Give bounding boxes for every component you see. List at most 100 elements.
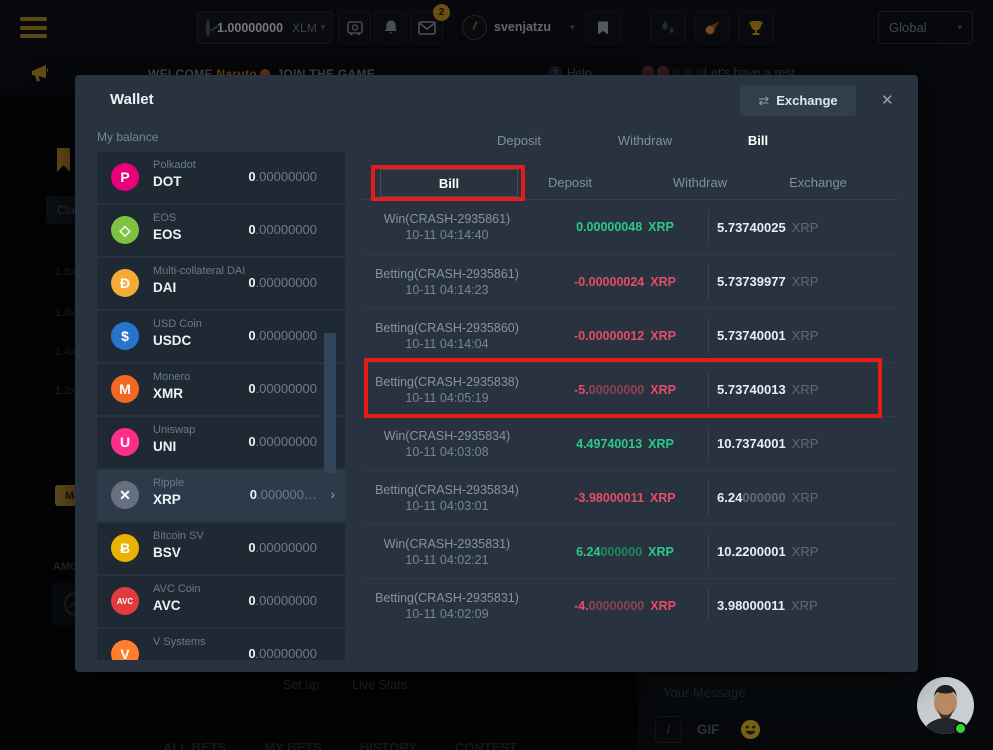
swap-arrows-icon: ⇄ (758, 93, 769, 109)
coin-balance: 0.00000000 (248, 540, 317, 555)
transaction-label: Win(CRASH-2935834) (384, 429, 510, 443)
bill-table-row[interactable]: Betting(CRASH-2935860) 10-11 04:14:04 -0… (362, 308, 898, 362)
balance-cell: 10.2200001XRP (717, 525, 895, 578)
coin-name: AVC Coin (153, 583, 200, 595)
coin-symbol: UNI (153, 439, 176, 454)
coin-icon: AVC (111, 587, 139, 615)
coin-list-scrollbar[interactable] (324, 333, 336, 473)
column-header-withdraw[interactable]: Withdraw (673, 175, 727, 190)
coin-list-item[interactable]: V V Systems 0.00000000 (97, 629, 345, 660)
my-balance-label: My balance (97, 130, 158, 144)
coin-balance: 0.00000000 (248, 646, 317, 660)
modal-title: Wallet (110, 91, 154, 108)
coin-name: Polkadot (153, 159, 196, 171)
bill-rows: Win(CRASH-2935861) 10-11 04:14:40 0.0000… (362, 200, 898, 620)
transaction-label: Betting(CRASH-2935831) (375, 591, 519, 605)
bill-table-row[interactable]: Win(CRASH-2935831) 10-11 04:02:21 6.2400… (362, 524, 898, 578)
column-header-deposit[interactable]: Deposit (548, 175, 592, 190)
coin-symbol: XMR (153, 386, 183, 401)
coin-list-item[interactable]: AVC AVC Coin AVC 0.00000000 (97, 576, 345, 627)
transaction-time: 10-11 04:14:23 (405, 283, 488, 297)
amount-cell: 4.49740013XRP (540, 417, 710, 470)
amount-cell: 6.24000000XRP (540, 525, 710, 578)
coin-balance: 0.00000000 (248, 328, 317, 343)
tab-deposit[interactable]: Deposit (497, 133, 541, 148)
amount-cell: 0.00000048XRP (540, 200, 710, 254)
tab-bill[interactable]: Bill (748, 133, 768, 148)
balance-cell: 10.7374001XRP (717, 417, 895, 470)
column-header-bill[interactable]: Bill (380, 169, 518, 197)
coin-balance: 0.00000000 (248, 222, 317, 237)
coin-symbol: USDC (153, 333, 191, 348)
close-icon[interactable]: ✕ (881, 91, 894, 109)
coin-balance: 0.000000… (250, 487, 317, 502)
transaction-cell: Win(CRASH-2935834) 10-11 04:03:08 (362, 417, 532, 470)
wallet-modal: Wallet ⇄ Exchange ✕ My balance Deposit W… (75, 75, 918, 672)
coin-icon: Ƀ (111, 534, 139, 562)
transaction-time: 10-11 04:03:01 (405, 499, 488, 513)
transaction-time: 10-11 04:03:08 (405, 445, 488, 459)
balance-cell: 5.73740001XRP (717, 309, 895, 362)
coin-balance: 0.00000000 (248, 169, 317, 184)
coin-symbol: EOS (153, 227, 182, 242)
transaction-cell: Win(CRASH-2935831) 10-11 04:02:21 (362, 525, 532, 578)
transaction-cell: Win(CRASH-2935861) 10-11 04:14:40 (362, 200, 532, 254)
balance-cell: 3.98000011XRP (717, 579, 895, 620)
online-status-dot (954, 722, 967, 735)
coin-list-item[interactable]: M Monero XMR 0.00000000 (97, 364, 345, 415)
coin-name: Uniswap (153, 424, 195, 436)
bill-table-row[interactable]: Win(CRASH-2935861) 10-11 04:14:40 0.0000… (362, 200, 898, 254)
coin-list-item[interactable]: ✕ Ripple XRP 0.000000… › (97, 470, 345, 521)
column-header-exchange[interactable]: Exchange (789, 175, 847, 190)
transaction-cell: Betting(CRASH-2935861) 10-11 04:14:23 (362, 255, 532, 308)
coin-symbol: XRP (153, 492, 181, 507)
transaction-label: Betting(CRASH-2935860) (375, 321, 519, 335)
amount-cell: -4.00000000XRP (540, 579, 710, 620)
bill-table-row[interactable]: Betting(CRASH-2935831) 10-11 04:02:09 -4… (362, 578, 898, 620)
transaction-label: Betting(CRASH-2935834) (375, 483, 519, 497)
coin-list-item[interactable]: Ð Multi-collateral DAI DAI 0.00000000 (97, 258, 345, 309)
balance-cell: 6.24000000XRP (717, 471, 895, 524)
coin-list-item[interactable]: ◇ EOS EOS 0.00000000 (97, 205, 345, 256)
balance-cell: 5.73740013XRP (717, 363, 895, 416)
coin-name: Bitcoin SV (153, 530, 204, 542)
coin-balance: 0.00000000 (248, 275, 317, 290)
coin-icon: ◇ (111, 216, 139, 244)
balance-cell: 5.73739977XRP (717, 255, 895, 308)
amount-cell: -0.00000012XRP (540, 309, 710, 362)
column-divider (708, 209, 709, 245)
coin-name: EOS (153, 212, 176, 224)
exchange-button[interactable]: ⇄ Exchange (740, 85, 856, 116)
transaction-time: 10-11 04:14:40 (405, 228, 488, 242)
transaction-time: 10-11 04:14:04 (405, 337, 488, 351)
column-divider (708, 534, 709, 570)
transaction-time: 10-11 04:05:19 (405, 391, 488, 405)
coin-name: USD Coin (153, 318, 202, 330)
coin-name: Multi-collateral DAI (153, 265, 245, 277)
transaction-time: 10-11 04:02:09 (405, 607, 488, 621)
transaction-cell: Betting(CRASH-2935831) 10-11 04:02:09 (362, 579, 532, 620)
bill-table-row[interactable]: Betting(CRASH-2935861) 10-11 04:14:23 -0… (362, 254, 898, 308)
coin-name: Monero (153, 371, 190, 383)
coin-list-item[interactable]: P Polkadot DOT 0.00000000 (97, 152, 345, 203)
chevron-right-icon: › (330, 486, 335, 502)
coin-symbol: DAI (153, 280, 176, 295)
transaction-cell: Betting(CRASH-2935860) 10-11 04:14:04 (362, 309, 532, 362)
column-divider (708, 318, 709, 354)
coin-symbol: AVC (153, 598, 181, 613)
coin-list-item[interactable]: $ USD Coin USDC 0.00000000 (97, 311, 345, 362)
bill-table-row[interactable]: Betting(CRASH-2935834) 10-11 04:03:01 -3… (362, 470, 898, 524)
coin-icon: U (111, 428, 139, 456)
coin-list-item[interactable]: U Uniswap UNI 0.00000000 (97, 417, 345, 468)
bill-table-row[interactable]: Betting(CRASH-2935838) 10-11 04:05:19 -5… (362, 362, 898, 416)
coin-list-item[interactable]: Ƀ Bitcoin SV BSV 0.00000000 (97, 523, 345, 574)
amount-cell: -3.98000011XRP (540, 471, 710, 524)
column-divider (708, 264, 709, 300)
coin-balance: 0.00000000 (248, 593, 317, 608)
bill-table-row[interactable]: Win(CRASH-2935834) 10-11 04:03:08 4.4974… (362, 416, 898, 470)
transaction-cell: Betting(CRASH-2935834) 10-11 04:03:01 (362, 471, 532, 524)
coin-symbol: DOT (153, 174, 182, 189)
coin-icon: ✕ (111, 481, 139, 509)
tab-withdraw[interactable]: Withdraw (618, 133, 672, 148)
coin-symbol: BSV (153, 545, 181, 560)
